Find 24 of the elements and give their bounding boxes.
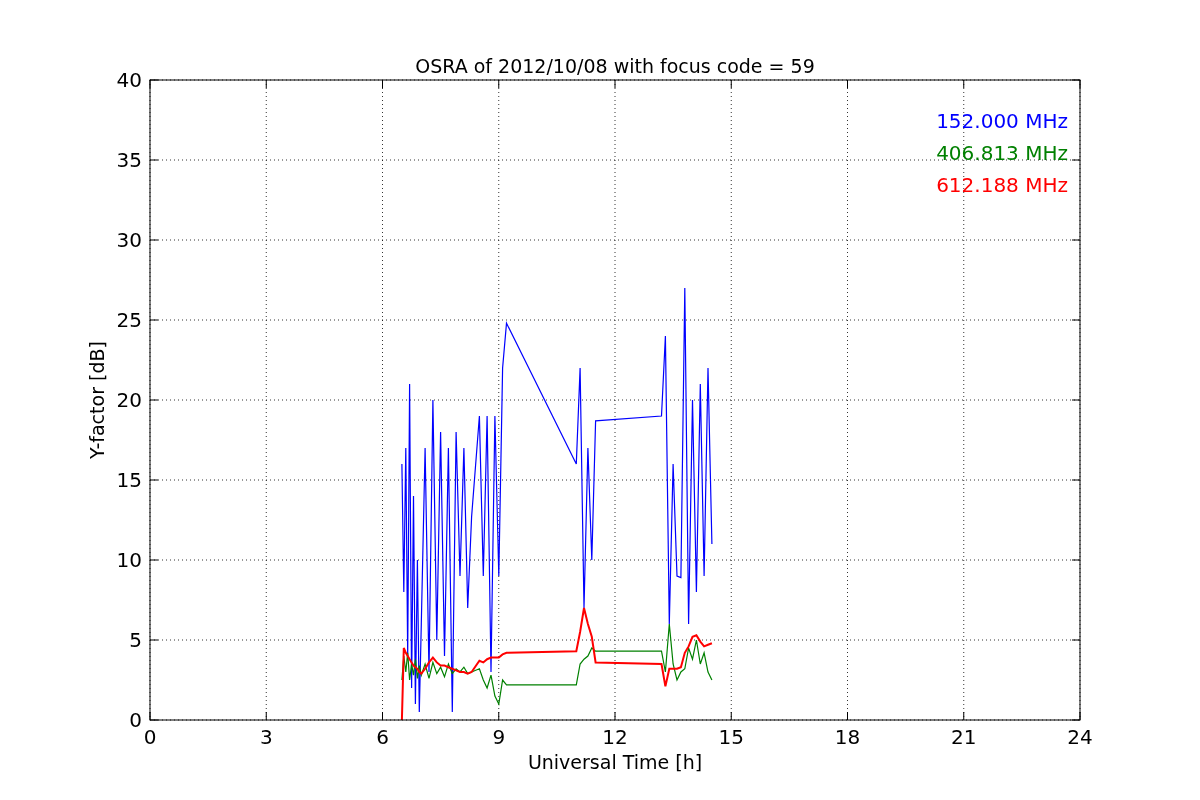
tick-label: 15 [116,468,142,492]
tick-label: 40 [116,68,142,92]
legend-label: 406.813 MHz [936,141,1068,165]
tick-label: 15 [718,725,744,749]
tick-label: 0 [143,725,157,749]
tick-label: 5 [129,628,142,652]
chart-title: OSRA of 2012/10/08 with focus code = 59 [415,55,815,77]
tick-label: 9 [492,725,506,749]
legend-label: 152.000 MHz [936,109,1068,133]
tick-label: 6 [376,725,389,749]
tick-label: 25 [116,308,142,332]
tick-label: 10 [116,548,142,572]
tick-label: 24 [1067,725,1093,749]
tick-label: 21 [951,725,977,749]
x-axis-label: Universal Time [h] [527,751,703,773]
tick-label: 20 [116,388,142,412]
legend-label: 612.188 MHz [936,173,1068,197]
y-axis-label: Y-factor [dB] [86,341,108,459]
tick-label: 3 [259,725,273,749]
tick-label: 0 [129,708,142,732]
tick-label: 30 [116,228,142,252]
tick-label: 18 [834,725,861,749]
tick-label: 12 [602,725,628,749]
tick-label: 35 [116,148,142,172]
